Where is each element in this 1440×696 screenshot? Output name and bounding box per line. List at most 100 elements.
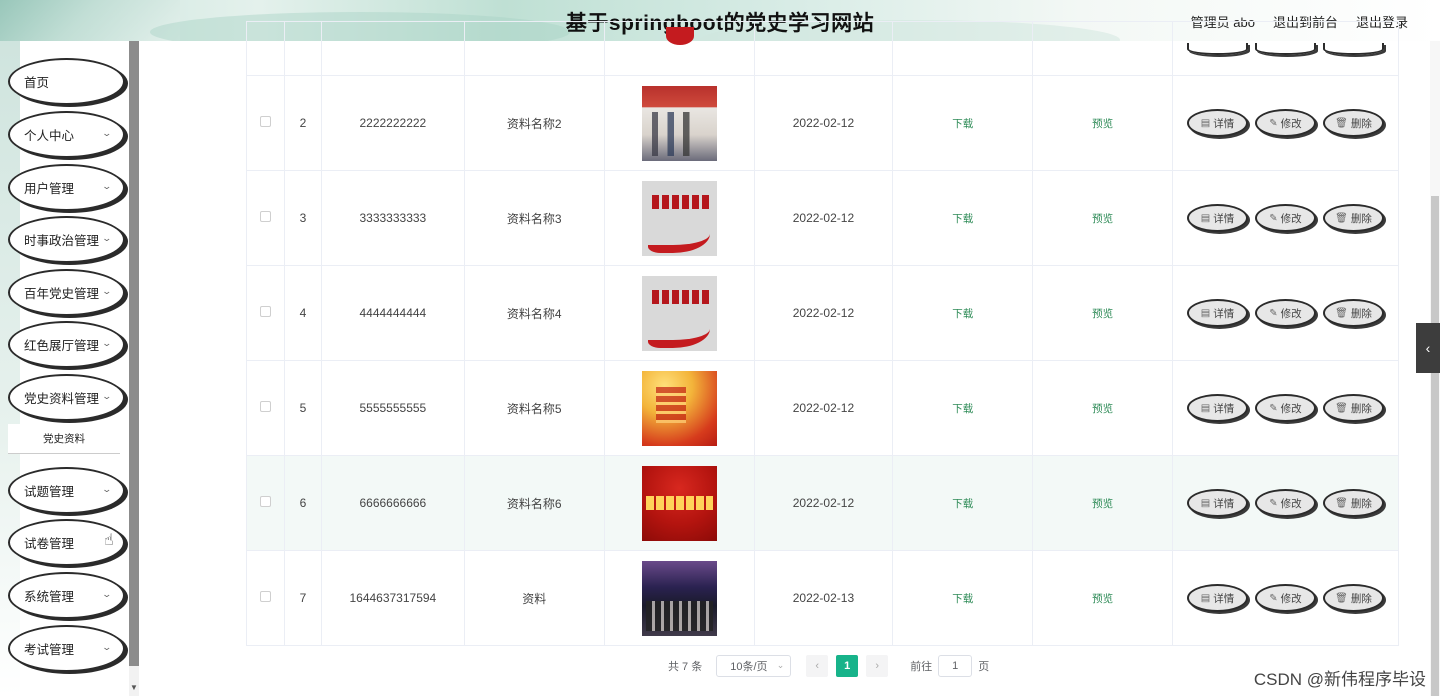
cover-image[interactable] xyxy=(641,560,717,636)
trash-icon: 🗑 xyxy=(1335,402,1348,414)
edit-button[interactable]: ✎ 修改 xyxy=(1254,489,1316,517)
row-checkbox[interactable] xyxy=(259,496,271,507)
row-code: 3333333333 xyxy=(320,170,465,266)
preview-link[interactable]: 预览 xyxy=(1092,403,1113,415)
cover-image[interactable] xyxy=(641,180,717,256)
scroll-down-arrow-icon[interactable]: ▼ xyxy=(129,683,139,693)
row-actions: ▤ 详情 ✎ 修改 🗑 删除 xyxy=(1173,299,1398,327)
sidebar-item-7[interactable]: 试题管理 ⌄ xyxy=(8,467,125,514)
mouse-cursor-icon: ☝ xyxy=(104,532,114,549)
preview-link[interactable]: 预览 xyxy=(1092,308,1113,320)
cover-image[interactable] xyxy=(641,370,717,446)
edit-button[interactable]: ✎ 修改 xyxy=(1254,299,1316,327)
collapse-panel-tab[interactable]: ‹ xyxy=(1416,323,1440,373)
sidebar-item-5[interactable]: 红色展厅管理 ⌄ xyxy=(8,321,125,368)
goto-page-input[interactable] xyxy=(938,655,973,677)
row-date: 2022-02-12 xyxy=(753,170,894,266)
detail-button[interactable]: ▤ 详情 xyxy=(1186,394,1248,422)
row-checkbox[interactable] xyxy=(259,116,271,127)
row-actions: ▤ 详情 ✎ 修改 🗑 删除 xyxy=(1173,204,1398,232)
chevron-down-icon: ⌄ xyxy=(101,391,113,401)
preview-link[interactable]: 预览 xyxy=(1092,213,1113,225)
download-link[interactable]: 下载 xyxy=(952,308,973,320)
delete-button-label: 删除 xyxy=(1350,402,1372,415)
chevron-down-icon: ⌄ xyxy=(101,233,113,243)
sidebar-item-2[interactable]: 用户管理 ⌄ xyxy=(8,164,125,211)
sidebar-item-label: 个人中心 xyxy=(24,129,75,143)
submenu-item-party-materials[interactable]: 党史资料 xyxy=(8,424,120,454)
detail-button[interactable]: ▤ 详情 xyxy=(1186,204,1248,232)
table-row[interactable]: 6 6666666666 资料名称6 2022-02-12 下载 预览 ▤ 详情 ✎ 修改 🗑 删除 xyxy=(246,455,1400,551)
delete-button[interactable]: 🗑 删除 xyxy=(1322,204,1384,232)
row-checkbox[interactable] xyxy=(259,591,271,602)
download-link[interactable]: 下载 xyxy=(952,213,973,225)
download-link[interactable]: 下载 xyxy=(952,593,973,605)
chevron-down-icon: ⌄ xyxy=(101,286,113,296)
sidebar-item-3[interactable]: 时事政治管理 ⌄ xyxy=(8,216,125,263)
pencil-icon: ✎ xyxy=(1269,307,1278,319)
trash-icon: 🗑 xyxy=(1335,592,1348,604)
delete-button[interactable]: 🗑 删除 xyxy=(1322,584,1384,612)
row-index: 7 xyxy=(283,550,322,646)
detail-button[interactable]: ▤ 详情 xyxy=(1186,584,1248,612)
delete-button[interactable]: 🗑 删除 xyxy=(1322,109,1384,137)
page-size-select[interactable]: 10条/页 ⌄ xyxy=(716,655,792,677)
row-name: 资料名称4 xyxy=(463,265,605,361)
preview-link[interactable]: 预览 xyxy=(1092,118,1113,130)
row-name: 资料 xyxy=(463,550,605,646)
row-actions: ▤ 详情 ✎ 修改 🗑 删除 xyxy=(1173,109,1398,137)
chevron-down-icon: ⌄ xyxy=(776,660,785,670)
cover-image[interactable] xyxy=(641,465,717,541)
row-checkbox[interactable] xyxy=(259,211,271,222)
download-link[interactable]: 下载 xyxy=(952,403,973,415)
detail-button-partial[interactable] xyxy=(1186,42,1248,55)
edit-button-label: 修改 xyxy=(1280,212,1302,225)
chevron-down-icon: ⌄ xyxy=(101,642,113,652)
detail-button[interactable]: ▤ 详情 xyxy=(1186,489,1248,517)
sidebar-item-6[interactable]: 党史资料管理 ⌄ xyxy=(8,374,125,421)
download-link[interactable]: 下载 xyxy=(952,498,973,510)
sidebar-item-4[interactable]: 百年党史管理 ⌄ xyxy=(8,269,125,316)
cover-image[interactable] xyxy=(641,85,717,161)
page-number-1[interactable]: 1 xyxy=(836,655,859,677)
page-scrollbar-thumb[interactable] xyxy=(1431,196,1439,696)
prev-page-button[interactable]: ‹ xyxy=(806,655,829,677)
goto-label: 前往 xyxy=(910,661,933,673)
edit-button[interactable]: ✎ 修改 xyxy=(1254,109,1316,137)
delete-button[interactable]: 🗑 删除 xyxy=(1322,299,1384,327)
row-code: 5555555555 xyxy=(320,360,465,456)
delete-button[interactable]: 🗑 删除 xyxy=(1322,489,1384,517)
delete-button-partial[interactable] xyxy=(1322,42,1384,55)
table-row[interactable]: 4 4444444444 资料名称4 2022-02-12 下载 预览 ▤ 详情 ✎ 修改 🗑 删除 xyxy=(246,265,1400,361)
sidebar-scrollbar-thumb[interactable] xyxy=(129,41,139,666)
table-row[interactable]: 2 2222222222 资料名称2 2022-02-12 下载 预览 ▤ 详情 ✎ 修改 🗑 删除 xyxy=(246,75,1400,171)
page-size-value: 10条/页 xyxy=(730,661,768,673)
row-date: 2022-02-12 xyxy=(753,75,894,171)
edit-button-partial[interactable] xyxy=(1254,42,1316,55)
download-link[interactable]: 下载 xyxy=(952,118,973,130)
materials-table: 2 2222222222 资料名称2 2022-02-12 下载 预览 ▤ 详情 ✎ 修改 🗑 删除 3… xyxy=(246,21,1400,646)
detail-button[interactable]: ▤ 详情 xyxy=(1186,109,1248,137)
cover-image[interactable] xyxy=(641,275,717,351)
document-icon: ▤ xyxy=(1200,402,1211,414)
sidebar-item-9[interactable]: 系统管理 ⌄ xyxy=(8,572,125,619)
table-row[interactable]: 5 5555555555 资料名称5 2022-02-12 下载 预览 ▤ 详情 ✎ 修改 🗑 删除 xyxy=(246,360,1400,456)
chevron-down-icon: ⌄ xyxy=(101,589,113,599)
delete-button[interactable]: 🗑 删除 xyxy=(1322,394,1384,422)
preview-link[interactable]: 预览 xyxy=(1092,593,1113,605)
row-code: 6666666666 xyxy=(320,455,465,551)
table-row[interactable]: 3 3333333333 资料名称3 2022-02-12 下载 预览 ▤ 详情 ✎ 修改 🗑 删除 xyxy=(246,170,1400,266)
edit-button[interactable]: ✎ 修改 xyxy=(1254,394,1316,422)
sidebar-item-10[interactable]: 考试管理 ⌄ xyxy=(8,625,125,672)
preview-link[interactable]: 预览 xyxy=(1092,498,1113,510)
detail-button[interactable]: ▤ 详情 xyxy=(1186,299,1248,327)
table-row[interactable]: 7 1644637317594 资料 2022-02-13 下载 预览 ▤ 详情 ✎ 修改 🗑 删除 xyxy=(246,550,1400,646)
row-checkbox[interactable] xyxy=(259,401,271,412)
edit-button[interactable]: ✎ 修改 xyxy=(1254,204,1316,232)
next-page-button[interactable]: › xyxy=(866,655,889,677)
edit-button[interactable]: ✎ 修改 xyxy=(1254,584,1316,612)
row-actions: ▤ 详情 ✎ 修改 🗑 删除 xyxy=(1173,489,1398,517)
row-checkbox[interactable] xyxy=(259,306,271,317)
sidebar-item-1[interactable]: 个人中心 ⌄ xyxy=(8,111,125,158)
sidebar-item-0[interactable]: 首页 xyxy=(8,58,125,105)
